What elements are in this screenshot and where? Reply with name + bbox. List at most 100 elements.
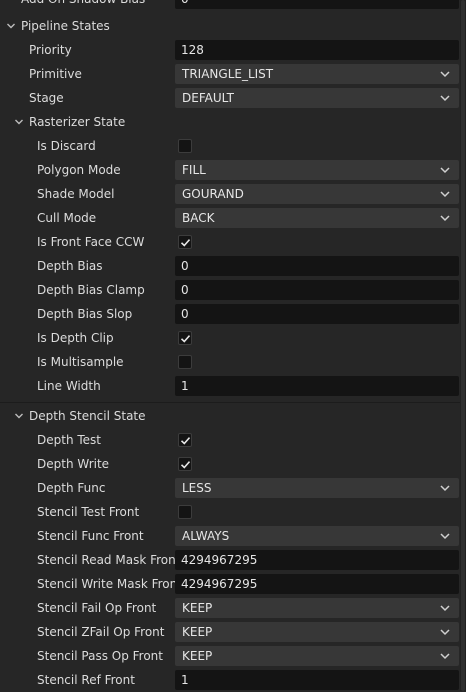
property-row-stencil-read-mask-front: Stencil Read Mask Front 4294967295 <box>0 548 460 572</box>
property-row-stencil-fail-op-front: Stencil Fail Op Front KEEP <box>0 596 460 620</box>
property-row-cull-mode: Cull Mode BACK <box>0 206 460 230</box>
field-value: 0 <box>181 307 189 321</box>
property-label: Depth Test <box>37 433 101 447</box>
dropdown-value: KEEP <box>182 625 213 639</box>
property-label: Add On Shadow Bias <box>21 0 145 11</box>
is-depth-clip-checkbox[interactable] <box>178 331 192 345</box>
property-label: Depth Write <box>37 457 110 471</box>
field-value: 0 <box>181 283 189 297</box>
stencil-fail-op-front-dropdown[interactable]: KEEP <box>175 598 459 618</box>
property-row-stencil-ref-front: Stencil Ref Front 1 <box>0 668 460 692</box>
property-row-depth-bias-clamp: Depth Bias Clamp 0 <box>0 278 460 302</box>
stencil-read-mask-front-field[interactable]: 4294967295 <box>175 550 459 570</box>
chevron-down-icon <box>440 70 450 78</box>
dropdown-value: DEFAULT <box>182 91 234 105</box>
property-label: Is Depth Clip <box>37 331 114 345</box>
section-header-pipeline-states[interactable]: Pipeline States <box>0 14 460 38</box>
section-header-rasterizer-state[interactable]: Rasterizer State <box>0 110 460 134</box>
property-row-shade-model: Shade Model GOURAND <box>0 182 460 206</box>
dropdown-value: FILL <box>182 163 206 177</box>
checkmark-icon <box>180 239 191 247</box>
property-row-line-width: Line Width 1 <box>0 374 460 398</box>
property-row-depth-bias-slop: Depth Bias Slop 0 <box>0 302 460 326</box>
property-row-depth-bias: Depth Bias 0 <box>0 254 460 278</box>
shade-model-dropdown[interactable]: GOURAND <box>175 184 459 204</box>
checkmark-icon <box>180 437 191 445</box>
stencil-pass-op-front-dropdown[interactable]: KEEP <box>175 646 459 666</box>
dropdown-value: TRIANGLE_LIST <box>182 67 274 81</box>
property-row-priority: Priority 128 <box>0 38 460 62</box>
dropdown-value: GOURAND <box>182 187 244 201</box>
vertical-scrollbar[interactable] <box>460 0 466 691</box>
properties-panel: Add On Shadow Bias 0 Pipeline States Pri… <box>0 0 466 691</box>
property-row-depth-write: Depth Write <box>0 452 460 476</box>
property-label: Stencil Func Front <box>37 529 144 543</box>
property-row-stencil-zfail-op-front: Stencil ZFail Op Front KEEP <box>0 620 460 644</box>
add-on-shadow-bias-field[interactable]: 0 <box>175 0 459 9</box>
depth-func-dropdown[interactable]: LESS <box>175 478 459 498</box>
stage-dropdown[interactable]: DEFAULT <box>175 88 459 108</box>
line-width-field[interactable]: 1 <box>175 376 459 396</box>
property-label: Priority <box>29 43 72 57</box>
property-row-is-multisample: Is Multisample <box>0 350 460 374</box>
property-label: Is Front Face CCW <box>37 235 145 249</box>
property-label: Stage <box>29 91 64 105</box>
property-row-stage: Stage DEFAULT <box>0 86 460 110</box>
cull-mode-dropdown[interactable]: BACK <box>175 208 459 228</box>
property-row-is-front-face-ccw: Is Front Face CCW <box>0 230 460 254</box>
property-row-polygon-mode: Polygon Mode FILL <box>0 158 460 182</box>
is-front-face-ccw-checkbox[interactable] <box>178 235 192 249</box>
property-row-is-discard: Is Discard <box>0 134 460 158</box>
stencil-ref-front-field[interactable]: 1 <box>175 670 459 690</box>
priority-field[interactable]: 128 <box>175 40 459 60</box>
is-discard-checkbox[interactable] <box>178 139 192 153</box>
property-row-depth-test: Depth Test <box>0 428 460 452</box>
property-label: Is Discard <box>37 139 96 153</box>
property-row-stencil-pass-op-front: Stencil Pass Op Front KEEP <box>0 644 460 668</box>
dropdown-value: KEEP <box>182 649 213 663</box>
property-row-add-on-shadow-bias: Add On Shadow Bias 0 <box>0 0 460 11</box>
property-row-stencil-write-mask-front: Stencil Write Mask Front 4294967295 <box>0 572 460 596</box>
depth-test-checkbox[interactable] <box>178 433 192 447</box>
property-label: Stencil Test Front <box>37 505 140 519</box>
chevron-down-icon <box>440 484 450 492</box>
property-label: Line Width <box>37 379 101 393</box>
dropdown-value: ALWAYS <box>182 529 230 543</box>
property-label: Stencil Fail Op Front <box>37 601 157 615</box>
section-header-depth-stencil-state[interactable]: Depth Stencil State <box>0 404 460 428</box>
property-label: Depth Bias Clamp <box>37 283 145 297</box>
property-label: Polygon Mode <box>37 163 121 177</box>
checkmark-icon <box>180 335 191 343</box>
field-value: 1 <box>181 379 189 393</box>
stencil-test-front-checkbox[interactable] <box>178 505 192 519</box>
depth-write-checkbox[interactable] <box>178 457 192 471</box>
property-row-depth-func: Depth Func LESS <box>0 476 460 500</box>
chevron-down-icon <box>14 411 24 421</box>
property-label: Stencil Ref Front <box>37 673 135 687</box>
checkmark-icon <box>180 461 191 469</box>
stencil-write-mask-front-field[interactable]: 4294967295 <box>175 574 459 594</box>
polygon-mode-dropdown[interactable]: FILL <box>175 160 459 180</box>
stencil-zfail-op-front-dropdown[interactable]: KEEP <box>175 622 459 642</box>
property-label: Depth Func <box>37 481 106 495</box>
dropdown-value: KEEP <box>182 601 213 615</box>
primitive-dropdown[interactable]: TRIANGLE_LIST <box>175 64 459 84</box>
property-label: Stencil ZFail Op Front <box>37 625 165 639</box>
chevron-down-icon <box>440 94 450 102</box>
dropdown-value: LESS <box>182 481 212 495</box>
property-label: Stencil Pass Op Front <box>37 649 163 663</box>
stencil-func-front-dropdown[interactable]: ALWAYS <box>175 526 459 546</box>
property-label: Stencil Write Mask Front <box>37 577 182 591</box>
depth-bias-clamp-field[interactable]: 0 <box>175 280 459 300</box>
depth-bias-field[interactable]: 0 <box>175 256 459 276</box>
field-value: 0 <box>181 0 189 9</box>
chevron-down-icon <box>440 190 450 198</box>
depth-bias-slop-field[interactable]: 0 <box>175 304 459 324</box>
field-value: 128 <box>181 43 204 57</box>
scrollbar-thumb[interactable] <box>461 0 465 691</box>
property-row-stencil-func-front: Stencil Func Front ALWAYS <box>0 524 460 548</box>
chevron-down-icon <box>440 214 450 222</box>
dropdown-value: BACK <box>182 211 215 225</box>
chevron-down-icon <box>440 604 450 612</box>
is-multisample-checkbox[interactable] <box>178 355 192 369</box>
